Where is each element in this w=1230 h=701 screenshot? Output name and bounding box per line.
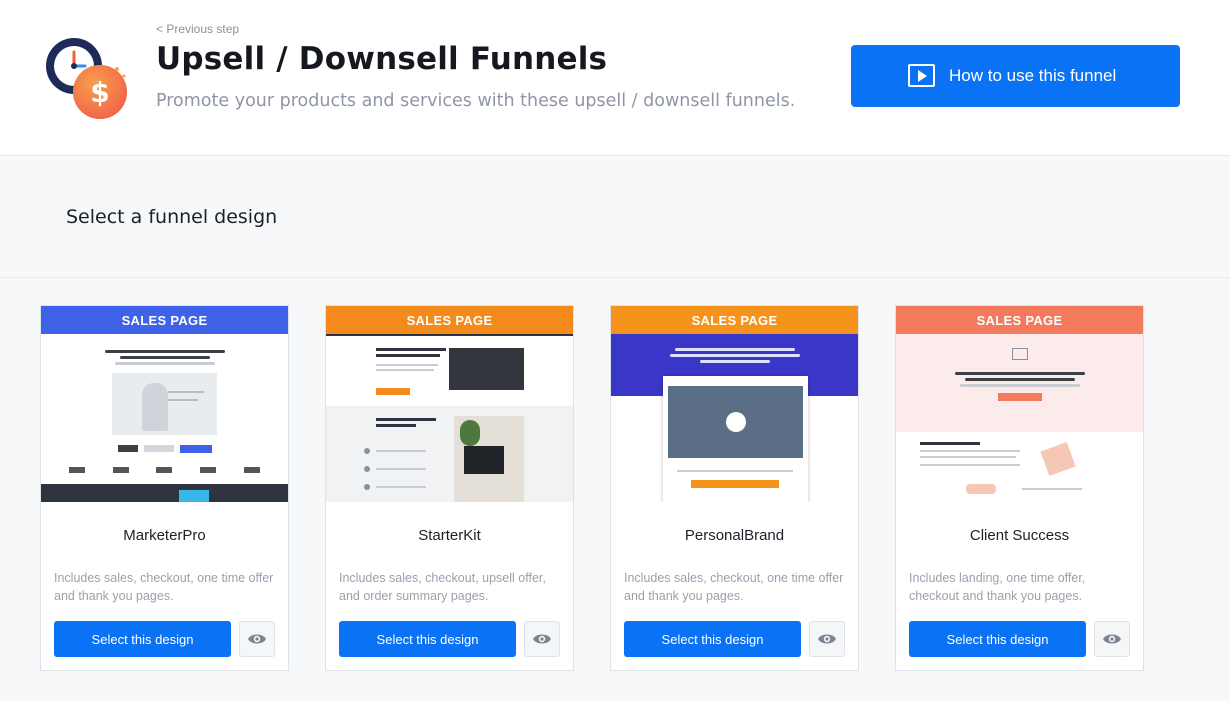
design-thumbnail[interactable]: SALES PAGE — [326, 306, 573, 502]
thumbnail-header: SALES PAGE — [41, 306, 288, 334]
preview-button[interactable] — [524, 621, 560, 657]
thumbnail-header: SALES PAGE — [326, 306, 573, 334]
card-description: Includes sales, checkout, upsell offer, … — [339, 571, 546, 603]
funnel-card[interactable]: SALES PAGE — [325, 305, 574, 671]
select-design-button[interactable]: Select this design — [339, 621, 516, 657]
funnel-card[interactable]: SALES PAGE PersonalBrand Includes sales,… — [610, 305, 859, 671]
card-description: Includes sales, checkout, one time offer… — [624, 571, 844, 603]
preview-button[interactable] — [809, 621, 845, 657]
eye-icon — [533, 634, 551, 644]
design-thumbnail[interactable]: SALES PAGE — [896, 306, 1143, 502]
page-title: Upsell / Downsell Funnels — [156, 41, 608, 77]
preview-button[interactable] — [1094, 621, 1130, 657]
card-description: Includes sales, checkout, one time offer… — [54, 571, 274, 603]
card-title: PersonalBrand — [684, 527, 785, 544]
funnel-card[interactable]: SALES PAGE Client Success Includes landi… — [895, 305, 1144, 671]
preview-button[interactable] — [239, 621, 275, 657]
section-title: Select a funnel design — [66, 206, 278, 228]
card-description: Includes landing, one time offer, checko… — [909, 571, 1086, 603]
play-icon — [908, 64, 935, 87]
card-title: StarterKit — [418, 527, 481, 544]
how-to-use-button[interactable]: How to use this funnel — [851, 45, 1180, 107]
select-design-button[interactable]: Select this design — [909, 621, 1086, 657]
page-header: $ < Previous step Upsell / Downsell Funn… — [0, 0, 1230, 156]
eye-icon — [1103, 634, 1121, 644]
page-subtitle: Promote your products and services with … — [156, 91, 796, 111]
card-title: MarketerPro — [123, 527, 206, 544]
clock-dollar-icon: $ — [46, 38, 127, 119]
how-to-use-label: How to use this funnel — [949, 66, 1117, 85]
thumbnail-header: SALES PAGE — [896, 306, 1143, 334]
previous-step-link[interactable]: < Previous step — [156, 22, 239, 36]
thumbnail-header: SALES PAGE — [611, 306, 858, 334]
eye-icon — [818, 634, 836, 644]
card-title: Client Success — [969, 527, 1070, 544]
funnel-card[interactable]: SALES PAGE — [40, 305, 289, 671]
design-thumbnail[interactable]: SALES PAGE — [41, 306, 288, 502]
svg-text:$: $ — [90, 76, 109, 109]
select-design-bar: Select a funnel design — [0, 157, 1230, 278]
eye-icon — [248, 634, 266, 644]
funnel-card-list: SALES PAGE MarketerPro Includes sales, c… — [0, 279, 1230, 701]
select-design-button[interactable]: Select this design — [624, 621, 801, 657]
select-design-button[interactable]: Select this design — [54, 621, 231, 657]
design-thumbnail[interactable]: SALES PAGE — [611, 306, 858, 502]
